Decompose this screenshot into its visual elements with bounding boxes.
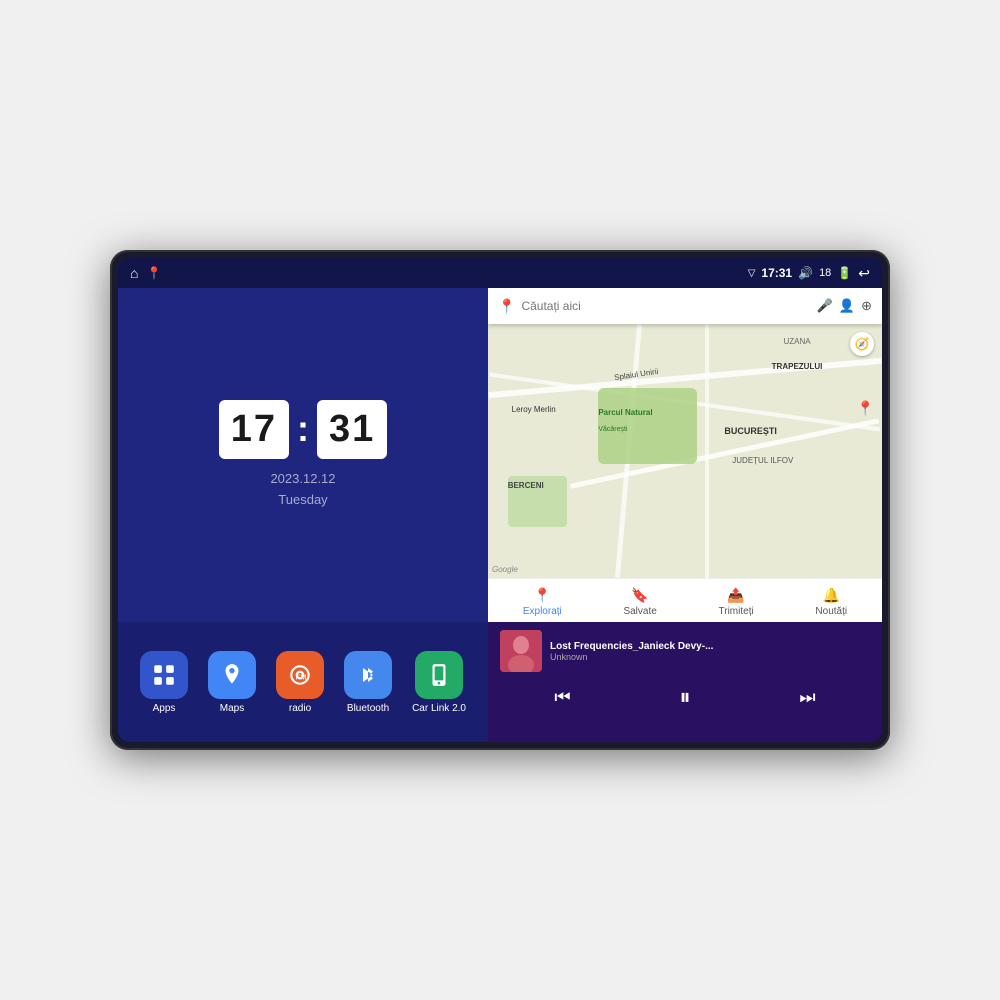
next-button[interactable]: ⏭ — [791, 683, 823, 712]
app-item-bluetooth[interactable]: Bluetooth — [344, 651, 392, 714]
bluetooth-icon — [344, 651, 392, 699]
app-item-maps[interactable]: Maps — [208, 651, 256, 714]
volume-icon[interactable]: 🔊 — [798, 266, 813, 280]
clock-colon: : — [297, 408, 309, 450]
map-footer: 📍 Explorați 🔖 Salvate 📤 Trimiteți 🔔 Nout… — [488, 578, 882, 622]
status-time: 17:31 — [761, 266, 792, 280]
screen: ⌂ 📍 ▽ 17:31 🔊 18 🔋 ↩ 17 : 31 — [118, 258, 882, 742]
music-text: Lost Frequencies_Janieck Devy-... Unknow… — [550, 641, 870, 662]
explore-label: Explorați — [523, 606, 562, 617]
clock-minutes: 31 — [317, 400, 387, 459]
map-footer-explore[interactable]: 📍 Explorați — [523, 587, 562, 617]
account-icon[interactable]: 👤 — [839, 298, 855, 314]
prev-button[interactable]: ⏮ — [546, 683, 578, 712]
saved-icon: 🔖 — [631, 587, 648, 604]
bluetooth-label: Bluetooth — [347, 703, 389, 714]
status-bar: ⌂ 📍 ▽ 17:31 🔊 18 🔋 ↩ — [118, 258, 882, 288]
radio-icon: FM — [276, 651, 324, 699]
app-item-apps[interactable]: Apps — [140, 651, 188, 714]
music-title: Lost Frequencies_Janieck Devy-... — [550, 641, 870, 652]
carlink-phone-icon — [426, 662, 452, 688]
car-head-unit: ⌂ 📍 ▽ 17:31 🔊 18 🔋 ↩ 17 : 31 — [110, 250, 890, 750]
clock-date: 2023.12.12 Tuesday — [270, 469, 335, 511]
map-footer-news[interactable]: 🔔 Noutăți — [815, 587, 847, 617]
svg-text:FM: FM — [296, 672, 307, 681]
share-label: Trimiteți — [719, 606, 754, 617]
map-background: BUCUREȘTI JUDEȚUL ILFOV BERCENI TRAPEZUL… — [488, 324, 882, 578]
carlink-icon — [415, 651, 463, 699]
signal-icon: ▽ — [748, 268, 756, 279]
map-body[interactable]: BUCUREȘTI JUDEȚUL ILFOV BERCENI TRAPEZUL… — [488, 324, 882, 578]
music-controls: ⏮ ⏸ ⏭ — [500, 680, 870, 714]
album-art-svg — [500, 630, 542, 672]
apps-grid-icon — [151, 662, 177, 688]
app-item-radio[interactable]: FM radio — [276, 651, 324, 714]
maps-icon — [208, 651, 256, 699]
map-layers-icon[interactable]: ⊕ — [861, 298, 872, 314]
music-player: Lost Frequencies_Janieck Devy-... Unknow… — [488, 622, 882, 742]
maps-map-icon — [219, 662, 245, 688]
share-icon: 📤 — [727, 587, 744, 604]
status-left: ⌂ 📍 — [130, 265, 161, 281]
apps-icon — [140, 651, 188, 699]
clock-display: 17 : 31 — [219, 400, 388, 459]
battery-value: 18 — [819, 267, 831, 279]
maps-label: Maps — [220, 703, 244, 714]
status-right: ▽ 17:31 🔊 18 🔋 ↩ — [748, 265, 870, 282]
play-pause-button[interactable]: ⏸ — [671, 680, 698, 714]
app-bar: Apps Maps FM — [118, 622, 488, 742]
maps-pin-icon[interactable]: 📍 — [146, 266, 161, 280]
map-footer-share[interactable]: 📤 Trimiteți — [719, 587, 754, 617]
map-footer-saved[interactable]: 🔖 Salvate — [623, 587, 656, 617]
back-icon[interactable]: ↩ — [858, 265, 870, 282]
news-icon: 🔔 — [823, 587, 840, 604]
map-pin-icon: 📍 — [498, 298, 515, 315]
saved-label: Salvate — [623, 606, 656, 617]
main-content: 17 : 31 2023.12.12 Tuesday 📍 🎤 👤 ⊕ — [118, 288, 882, 742]
radio-label: radio — [289, 703, 311, 714]
apps-label: Apps — [153, 703, 176, 714]
app-item-carlink[interactable]: Car Link 2.0 — [412, 651, 466, 714]
battery-icon: 🔋 — [837, 266, 852, 280]
map-widget[interactable]: 📍 🎤 👤 ⊕ — [488, 288, 882, 622]
mic-icon[interactable]: 🎤 — [817, 298, 833, 314]
music-artist: Unknown — [550, 652, 870, 662]
home-icon[interactable]: ⌂ — [130, 265, 138, 281]
explore-icon: 📍 — [534, 587, 551, 604]
news-label: Noutăți — [815, 606, 847, 617]
music-info: Lost Frequencies_Janieck Devy-... Unknow… — [500, 630, 870, 672]
radio-wave-icon: FM — [287, 662, 313, 688]
album-art-face — [500, 630, 542, 672]
map-search-bar[interactable]: 📍 🎤 👤 ⊕ — [488, 288, 882, 324]
album-art — [500, 630, 542, 672]
clock-widget: 17 : 31 2023.12.12 Tuesday — [118, 288, 488, 622]
bluetooth-symbol-icon — [356, 661, 380, 689]
clock-hours: 17 — [219, 400, 289, 459]
carlink-label: Car Link 2.0 — [412, 703, 466, 714]
map-search-input[interactable] — [521, 299, 810, 313]
